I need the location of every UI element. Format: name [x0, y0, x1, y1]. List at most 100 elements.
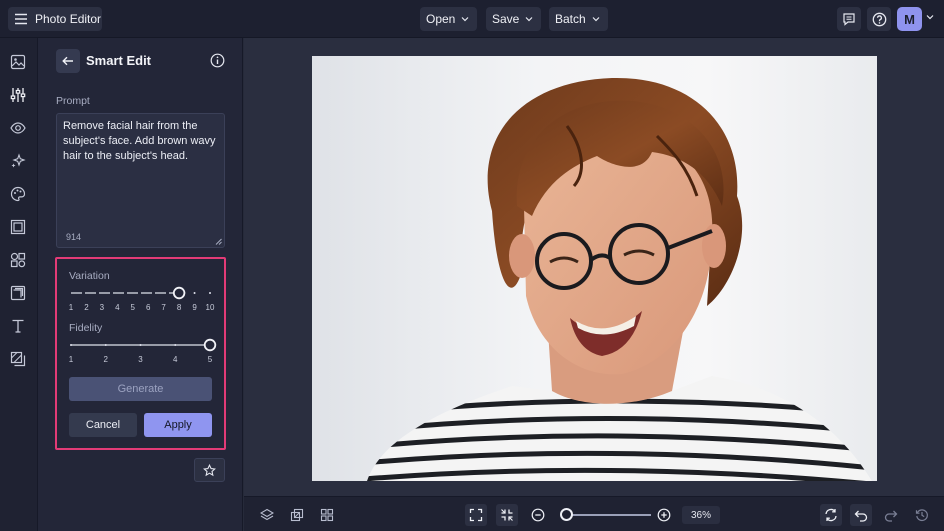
- layers-icon: [260, 508, 274, 521]
- variation-tick-label: 10: [205, 303, 215, 312]
- variation-tick-dot: [193, 292, 196, 294]
- apply-button[interactable]: Apply: [144, 413, 212, 437]
- app-title: Photo Editor: [35, 12, 102, 26]
- redo-button[interactable]: [880, 505, 902, 525]
- zoom-out-icon: [531, 508, 545, 522]
- fit-screen-button[interactable]: [465, 504, 487, 526]
- fidelity-tick-label: 2: [103, 355, 108, 364]
- layers-button[interactable]: [256, 505, 278, 525]
- variation-slider[interactable]: [68, 286, 218, 300]
- zoom-slider-track[interactable]: [563, 514, 651, 516]
- expand-icon: [469, 508, 483, 522]
- zoom-in-button[interactable]: [653, 505, 675, 525]
- fidelity-tick-label: 1: [68, 355, 74, 364]
- texture-icon[interactable]: [10, 351, 26, 367]
- fidelity-tick-dot: [139, 344, 142, 346]
- tool-rail: [0, 38, 38, 531]
- compare-icon: [290, 508, 304, 522]
- image-icon[interactable]: [10, 54, 26, 70]
- back-button[interactable]: [56, 49, 80, 73]
- chevron-down-icon[interactable]: [926, 14, 934, 20]
- variation-label: Variation: [69, 270, 110, 282]
- shapes-icon[interactable]: [10, 252, 26, 268]
- variation-tick-label: 5: [130, 303, 135, 312]
- zoom-in-icon: [657, 508, 671, 522]
- help-icon: [872, 12, 886, 26]
- refresh-icon: [825, 508, 837, 522]
- bottom-toolbar: 36%: [244, 496, 944, 531]
- open-menu-button[interactable]: Open: [420, 7, 478, 31]
- hamburger-icon: [15, 13, 27, 25]
- crop-icon[interactable]: [10, 285, 26, 301]
- text-icon[interactable]: [10, 318, 26, 334]
- cancel-button[interactable]: Cancel: [69, 413, 137, 437]
- portrait-photo: [367, 77, 872, 481]
- chevron-down-icon: [461, 17, 469, 22]
- palette-icon[interactable]: [10, 186, 26, 202]
- comments-button[interactable]: [837, 7, 861, 31]
- canvas-area: [244, 38, 944, 496]
- comment-icon: [843, 13, 855, 26]
- fidelity-tick-dot: [70, 344, 72, 346]
- undo-button[interactable]: [850, 504, 872, 526]
- top-bar: Photo Editor Open Save Batch M: [0, 0, 944, 38]
- prompt-textarea[interactable]: Remove facial hair from the subject's fa…: [56, 113, 225, 248]
- fidelity-tick-label: 5: [207, 355, 213, 364]
- arrow-left-icon: [62, 56, 73, 66]
- user-avatar[interactable]: M: [897, 7, 922, 31]
- fidelity-handle[interactable]: [203, 338, 217, 352]
- batch-menu-button[interactable]: Batch: [549, 7, 608, 31]
- fidelity-slider[interactable]: [68, 338, 218, 352]
- variation-tick-labels: 1 2 3 4 5 6 7 8 9 10: [66, 303, 216, 313]
- app-menu-button[interactable]: Photo Editor: [8, 7, 102, 31]
- fidelity-tick-dot: [174, 344, 177, 346]
- redo-icon: [884, 510, 898, 522]
- resize-handle-icon[interactable]: [215, 238, 222, 245]
- zoom-out-button[interactable]: [527, 505, 549, 525]
- eye-icon[interactable]: [10, 120, 26, 136]
- variation-handle[interactable]: [172, 286, 186, 300]
- photo-canvas[interactable]: [312, 56, 877, 481]
- variation-tick-label: 4: [115, 303, 120, 312]
- info-icon[interactable]: [210, 53, 225, 68]
- zoom-value[interactable]: 36%: [682, 506, 720, 524]
- sync-button[interactable]: [820, 504, 842, 526]
- variation-tick-label: 8: [176, 303, 182, 312]
- variation-tick-label: 7: [161, 303, 166, 312]
- variation-tick-label: 9: [192, 303, 197, 312]
- fidelity-tick-label: 3: [138, 355, 143, 364]
- character-count: 914: [66, 232, 82, 242]
- star-icon: [203, 463, 216, 476]
- chevron-down-icon: [592, 17, 600, 22]
- fidelity-tick-dot: [104, 344, 107, 346]
- zoom-slider-handle[interactable]: [560, 508, 574, 521]
- save-menu-label: Save: [492, 12, 520, 26]
- variation-tick-label: 2: [84, 303, 89, 312]
- variation-tick-label: 6: [145, 303, 151, 312]
- sliders-icon[interactable]: [10, 87, 26, 103]
- smart-edit-panel: Smart Edit Prompt Remove facial hair fro…: [38, 38, 243, 531]
- open-menu-label: Open: [426, 12, 456, 26]
- favorite-button[interactable]: [194, 458, 225, 482]
- frame-icon[interactable]: [10, 219, 26, 235]
- panel-title: Smart Edit: [86, 53, 152, 68]
- help-button[interactable]: [867, 7, 891, 31]
- variation-tick-label: 3: [99, 303, 105, 312]
- actual-size-button[interactable]: [496, 504, 518, 526]
- compare-button[interactable]: [286, 505, 308, 525]
- fidelity-label: Fidelity: [69, 322, 103, 334]
- collapse-icon: [501, 509, 513, 521]
- prompt-text: Remove facial hair from the subject's fa…: [63, 120, 216, 162]
- fidelity-tick-label: 4: [173, 355, 178, 364]
- undo-icon: [854, 510, 868, 522]
- grid-button[interactable]: [316, 505, 338, 525]
- generate-button[interactable]: Generate: [69, 377, 212, 401]
- prompt-label: Prompt: [56, 95, 90, 107]
- save-menu-button[interactable]: Save: [486, 7, 542, 31]
- history-button[interactable]: [911, 505, 933, 525]
- batch-menu-label: Batch: [555, 12, 586, 26]
- history-icon: [915, 509, 928, 522]
- sparkles-icon[interactable]: [10, 153, 26, 169]
- grid-icon: [320, 508, 334, 522]
- variation-tick-label: 1: [68, 303, 74, 312]
